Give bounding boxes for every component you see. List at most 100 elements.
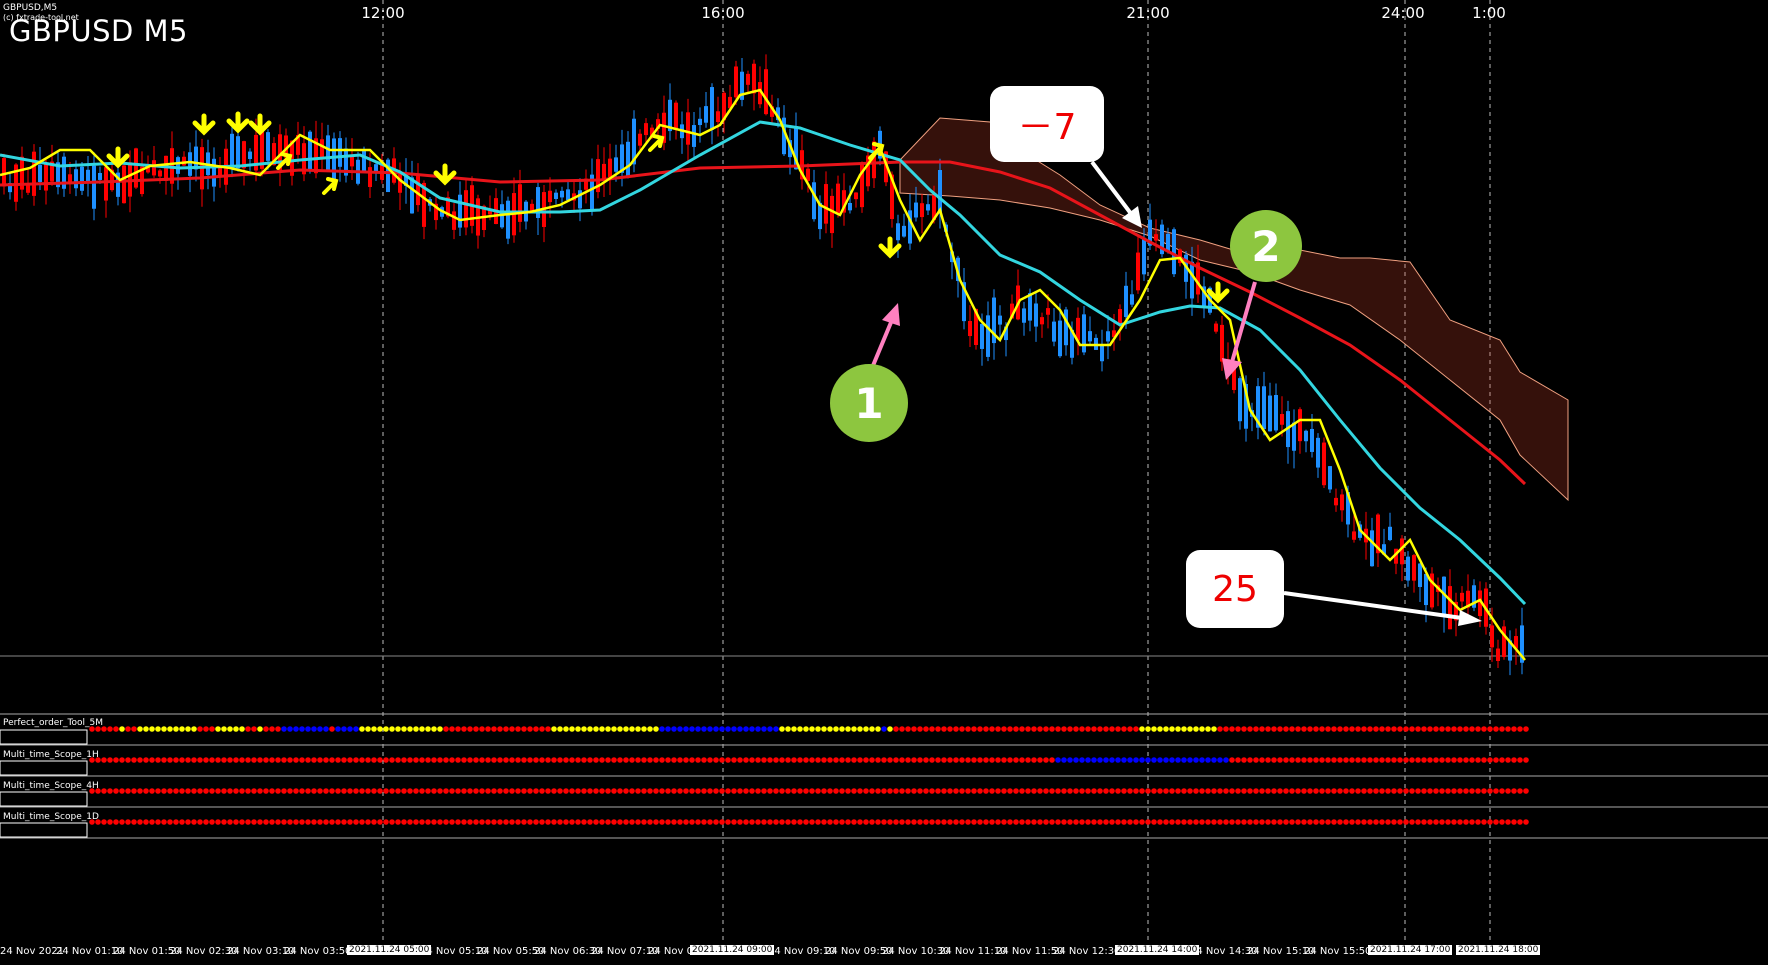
signal-dot	[737, 757, 743, 763]
signal-dot	[767, 757, 773, 763]
signal-dot	[425, 788, 431, 794]
signal-dot	[1511, 788, 1517, 794]
time-label-2400: 24:00	[1381, 4, 1425, 22]
signal-dot	[1049, 757, 1055, 763]
signal-dot	[659, 819, 665, 825]
signal-dot	[191, 788, 197, 794]
signal-dot	[1037, 726, 1043, 732]
signal-dot	[965, 726, 971, 732]
signal-dot	[749, 726, 755, 732]
candle-body	[1460, 592, 1464, 602]
signal-dot	[179, 726, 185, 732]
signal-dot	[1511, 819, 1517, 825]
signal-dot	[815, 788, 821, 794]
signal-dot	[1427, 757, 1433, 763]
candle-body	[506, 200, 510, 239]
signal-dot	[1253, 726, 1259, 732]
candle-body	[1328, 466, 1332, 490]
signal-dot	[257, 788, 263, 794]
signal-dot	[1259, 726, 1265, 732]
signal-dot	[1313, 757, 1319, 763]
candle-body	[218, 166, 222, 176]
signal-dot	[455, 726, 461, 732]
signal-dot	[1511, 757, 1517, 763]
signal-dot	[545, 819, 551, 825]
signal-dot	[311, 819, 317, 825]
signal-dot	[809, 726, 815, 732]
signal-dot	[419, 757, 425, 763]
signal-dot	[797, 819, 803, 825]
signal-dot	[707, 726, 713, 732]
signal-dot	[1169, 819, 1175, 825]
signal-dot	[1331, 726, 1337, 732]
signal-dot	[407, 726, 413, 732]
signal-dot	[821, 726, 827, 732]
signal-dot	[941, 819, 947, 825]
signal-dot	[119, 788, 125, 794]
signal-dot	[1115, 726, 1121, 732]
down-arrow-icon	[248, 113, 272, 136]
signal-dot	[809, 788, 815, 794]
signal-dot	[509, 726, 515, 732]
signal-dot	[953, 726, 959, 732]
signal-dot	[689, 726, 695, 732]
signal-dot	[149, 726, 155, 732]
signal-dot	[221, 819, 227, 825]
signal-dot	[857, 726, 863, 732]
signal-dot	[509, 757, 515, 763]
signal-dot	[245, 788, 251, 794]
down-arrow-icon	[878, 236, 902, 259]
signal-dot	[1415, 819, 1421, 825]
signal-dot	[425, 819, 431, 825]
signal-dot	[371, 819, 377, 825]
signal-dot	[1475, 726, 1481, 732]
signal-dot	[785, 788, 791, 794]
signal-dot	[167, 788, 173, 794]
signal-dot	[257, 757, 263, 763]
time-label-0100: 1:00	[1472, 4, 1506, 22]
signal-dot	[575, 788, 581, 794]
signal-dot	[1229, 788, 1235, 794]
candle-body	[1058, 320, 1062, 357]
signal-dot	[1103, 757, 1109, 763]
signal-dot	[377, 788, 383, 794]
candle-body	[44, 162, 48, 191]
candle-body	[98, 172, 102, 180]
signal-dot	[1067, 757, 1073, 763]
candle-body	[230, 133, 234, 169]
signal-dot	[1403, 726, 1409, 732]
signal-dot	[299, 726, 305, 732]
signal-dot	[707, 757, 713, 763]
signal-dot	[1373, 726, 1379, 732]
signal-dot	[293, 788, 299, 794]
signal-dot	[1391, 819, 1397, 825]
signal-dot	[941, 757, 947, 763]
signal-dot	[581, 819, 587, 825]
signal-dot	[341, 757, 347, 763]
signal-dot	[1313, 788, 1319, 794]
signal-dot	[533, 757, 539, 763]
signal-dot	[551, 757, 557, 763]
candle-body	[692, 125, 696, 147]
signal-dot	[113, 788, 119, 794]
signal-dot	[1391, 726, 1397, 732]
signal-dot	[875, 757, 881, 763]
candle-body	[458, 194, 462, 228]
signal-dot	[791, 757, 797, 763]
signal-dot	[269, 788, 275, 794]
signal-dot	[1007, 788, 1013, 794]
signal-dot	[701, 788, 707, 794]
signal-dot	[1253, 819, 1259, 825]
signal-dot	[437, 819, 443, 825]
signal-dot	[533, 726, 539, 732]
candle-body	[1136, 252, 1140, 291]
signal-dot	[473, 726, 479, 732]
signal-dot	[1421, 757, 1427, 763]
signal-dot	[251, 757, 257, 763]
signal-dot	[527, 819, 533, 825]
signal-dot	[761, 757, 767, 763]
signal-dot	[1343, 726, 1349, 732]
price-chart[interactable]	[0, 0, 1768, 965]
signal-dot	[1277, 819, 1283, 825]
signal-dot	[905, 757, 911, 763]
